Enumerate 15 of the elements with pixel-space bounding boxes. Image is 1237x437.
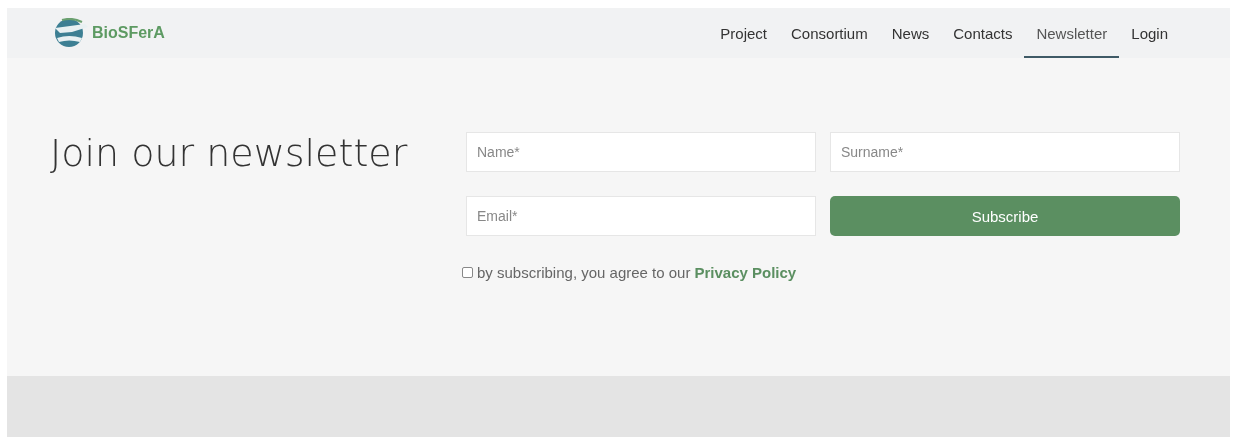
nav-link[interactable]: News [879,8,942,58]
logo-icon [52,18,90,48]
input-field[interactable]: Email* [466,196,816,236]
subscribe-button[interactable]: Subscribe [830,196,1180,236]
nav-link[interactable]: Consortium [779,8,880,58]
consent-text: by subscribing, you agree to our [477,264,691,281]
privacy-policy-link[interactable]: Privacy Policy [694,264,797,281]
input-field[interactable]: Name* [466,132,816,172]
checkbox[interactable] [462,267,473,278]
input-field[interactable]: Surname* [830,132,1180,172]
nav-link[interactable]: Project [708,8,779,58]
newsletter-title: Join our newsletter [50,132,409,177]
nav-link[interactable]: Contacts [941,8,1025,58]
nav-link[interactable]: Login [1119,8,1180,58]
logo-text: BioSFerA [92,24,165,42]
